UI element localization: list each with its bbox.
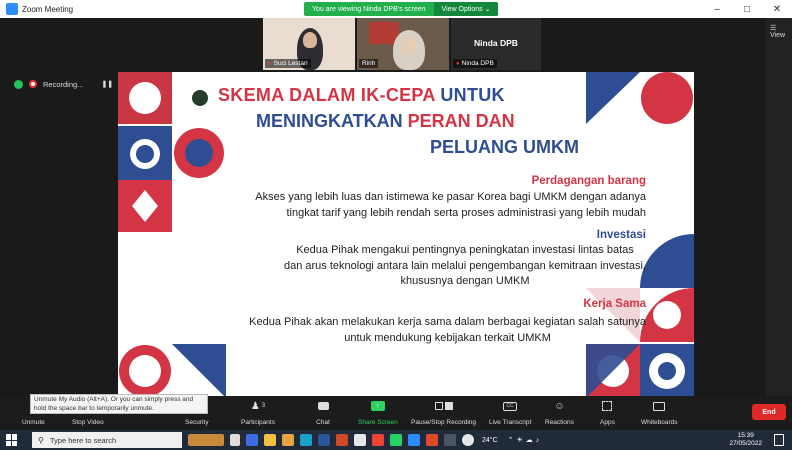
end-meeting-button[interactable]: End	[752, 404, 786, 420]
participant-video-ririh[interactable]: Ririh	[357, 18, 449, 70]
whatsapp-icon[interactable]	[390, 434, 402, 446]
word-icon[interactable]	[318, 434, 330, 446]
recording-icon	[29, 80, 37, 88]
muted-mic-icon: ●	[268, 60, 272, 67]
weather-icon	[462, 434, 474, 446]
pause-recording-icon[interactable]: ❚❚	[101, 80, 113, 88]
powerpoint-icon[interactable]	[336, 434, 348, 446]
shared-screen-slide: SKEMA DALAM IK-CEPA UNTUK MENINGKATKAN P…	[118, 72, 694, 398]
reactions-button[interactable]: ☺ Reactions	[545, 400, 574, 427]
system-tray-icons[interactable]: ⌃☀☁♪	[508, 436, 543, 444]
slide-title-line3: PELUANG UMKM	[430, 137, 579, 157]
whiteboard-icon	[652, 400, 666, 412]
participant-video-suci[interactable]: ● Suci Lestari	[263, 18, 355, 70]
section-text-perdagangan: Akses yang lebih luas dan istimewa ke pa…	[255, 191, 646, 219]
app-icon-1[interactable]	[246, 434, 258, 446]
participant-face	[401, 38, 417, 54]
decor-dot	[192, 90, 208, 106]
window-titlebar: Zoom Meeting You are viewing Ninda DPB's…	[0, 0, 792, 18]
zoom-app-icon	[6, 3, 18, 15]
shield-icon[interactable]	[14, 79, 23, 89]
taskbar-search-box[interactable]: ⚲ Type here to search	[32, 432, 182, 448]
recording-indicator: Recording... ❚❚ ■	[14, 78, 127, 90]
section-heading-investasi: Investasi	[596, 229, 646, 241]
windows-start-icon[interactable]	[6, 434, 18, 446]
participant-name-tag: ● Suci Lestari	[265, 59, 311, 68]
chat-button[interactable]: Chat	[316, 400, 330, 426]
office-icon[interactable]	[426, 434, 438, 446]
maximize-button[interactable]: □	[732, 0, 762, 18]
participant-display-name: Ninda DPB	[474, 38, 518, 48]
task-view-icon[interactable]	[230, 434, 240, 446]
smiley-icon: ☺	[554, 400, 565, 412]
section-heading-kerjasama: Kerja Sama	[583, 298, 646, 310]
section-heading-perdagangan: Perdagangan barang	[531, 175, 646, 187]
apps-icon	[600, 400, 614, 412]
slide-title-line2: MENINGKATKAN PERAN DAN	[256, 111, 515, 131]
zoom-taskbar-icon[interactable]	[408, 434, 420, 446]
recording-label: Recording...	[43, 79, 84, 89]
unmute-tooltip: Unmute My Audio (Alt+A). Or you can simp…	[30, 394, 208, 414]
section-text-kerjasama: Kedua Pihak akan melakukan kerja sama da…	[249, 316, 646, 344]
close-button[interactable]: ✕	[762, 0, 792, 18]
app-icon-2[interactable]	[264, 434, 276, 446]
view-options-button[interactable]: View Options ⌄	[433, 2, 499, 16]
participants-count: 3	[261, 403, 266, 409]
closed-captions-icon: CC	[503, 400, 518, 412]
participant-face	[303, 32, 317, 48]
participants-icon: ♟ 3	[250, 400, 266, 412]
pause-stop-icon	[433, 400, 455, 412]
notifications-icon[interactable]	[774, 434, 784, 446]
chrome-icon[interactable]	[372, 434, 384, 446]
taskbar-weather-widget-icon[interactable]	[188, 434, 224, 446]
apps-button[interactable]: Apps	[600, 400, 615, 426]
participants-button[interactable]: ♟ 3 Participants	[241, 400, 275, 427]
app-icon-3[interactable]	[354, 434, 366, 446]
viewing-message: You are viewing Ninda DPB's screen	[312, 5, 426, 13]
participant-name-tag: ● Ninda DPB	[453, 59, 497, 68]
temperature: 24°C	[482, 436, 498, 444]
share-screen-icon: ↑	[370, 400, 385, 412]
participant-name-tag: Ririh	[359, 59, 379, 68]
share-screen-button[interactable]: ↑ Share Screen	[358, 400, 398, 426]
window-title: Zoom Meeting	[22, 4, 74, 14]
pause-stop-recording-button[interactable]: Pause/Stop Recording	[411, 400, 476, 426]
chat-bubble-icon	[316, 400, 330, 412]
windows-taskbar: ⚲ Type here to search 24°C ⌃☀☁♪ 15:39 27…	[0, 430, 792, 450]
taskbar-clock[interactable]: 15:39 27/05/2022	[729, 432, 762, 448]
minimize-button[interactable]: –	[702, 0, 732, 18]
participant-video-ninda[interactable]: Ninda DPB ● Ninda DPB	[451, 18, 541, 70]
search-icon: ⚲	[38, 435, 44, 445]
right-panel: ☰ View	[766, 18, 792, 396]
participant-thumbnails: ● Suci Lestari Ririh Ninda DPB ● Ninda DPB	[263, 18, 543, 70]
file-explorer-icon[interactable]	[282, 434, 294, 446]
whiteboards-button[interactable]: Whiteboards	[641, 400, 678, 426]
slide-title-line1: SKEMA DALAM IK-CEPA UNTUK	[218, 85, 505, 105]
viewing-banner: You are viewing Ninda DPB's screen View …	[304, 2, 499, 16]
live-transcript-button[interactable]: CC Live Transcript	[489, 400, 531, 426]
edge-icon[interactable]	[300, 434, 312, 446]
app-icon-4[interactable]	[444, 434, 456, 446]
view-button[interactable]: ☰ View	[770, 24, 792, 39]
section-text-investasi: Kedua Pihak mengakui pentingnya peningka…	[283, 244, 646, 287]
muted-mic-icon: ●	[456, 60, 460, 67]
